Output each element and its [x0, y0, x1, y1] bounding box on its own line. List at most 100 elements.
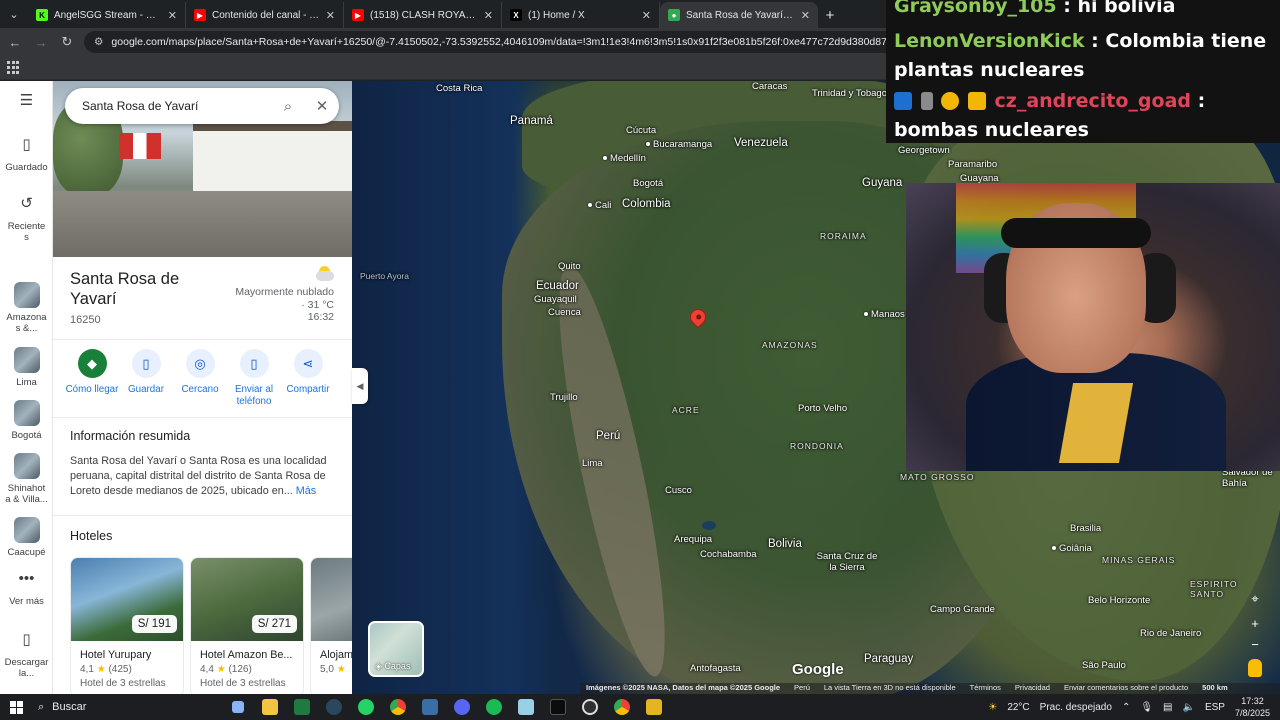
rail-item-more[interactable]: ••• Ver más [0, 571, 53, 607]
place-panel: Santa Rosa de Yavarí 16250 Mayormente nu… [53, 81, 352, 694]
close-tab-icon[interactable]: ✕ [801, 9, 810, 22]
chrome-icon[interactable] [606, 694, 638, 720]
back-icon[interactable]: ← [6, 33, 24, 51]
phone-icon: ▯ [239, 349, 269, 378]
map-label: Quito [558, 261, 581, 272]
location-pin-icon[interactable] [686, 305, 710, 331]
google-logo: Google [792, 661, 844, 678]
my-location-icon[interactable]: ⌖ [1244, 589, 1266, 609]
spotify-icon[interactable] [478, 694, 510, 720]
collapse-panel-button[interactable]: ◀ [352, 368, 368, 404]
chevron-up-icon[interactable]: ⌃ [1122, 702, 1130, 713]
terminal-icon[interactable] [542, 694, 574, 720]
map-label: Manaos [864, 309, 905, 320]
youtube-favicon-icon: ▶ [194, 9, 206, 21]
new-tab-button[interactable]: + [818, 2, 842, 28]
close-icon[interactable]: ✕ [305, 97, 339, 115]
hotels-carousel: S/ 191 Hotel Yurupary 4,1 ★ (425) Hotel … [70, 557, 352, 694]
weather-icon[interactable]: ☀ [988, 702, 997, 713]
excel-icon[interactable] [286, 694, 318, 720]
zoom-out-button[interactable]: − [1244, 634, 1266, 654]
maps-left-rail: ☰ ▯ Guardado ↺ Reciente s Amazona s &...… [0, 81, 53, 694]
language-indicator[interactable]: ESP [1205, 702, 1225, 713]
tab-title: Santa Rosa de Yavarí - Google Maps [686, 9, 795, 21]
map-label: Cúcuta [626, 125, 657, 136]
privacy-link[interactable]: Privacidad [1015, 683, 1050, 694]
network-icon[interactable]: ▤ [1163, 702, 1172, 713]
site-info-icon[interactable]: ⚙ [94, 36, 103, 48]
forward-icon[interactable]: → [32, 33, 50, 51]
rail-item-caacupe[interactable]: Caacupé [0, 517, 53, 558]
task-view-icon[interactable] [222, 694, 254, 720]
search-icon[interactable]: ⌕ [271, 98, 305, 115]
hotel-card[interactable]: Alojam... 5,0 ★ [310, 557, 352, 694]
discord-icon[interactable] [446, 694, 478, 720]
tab-3[interactable]: X (1) Home / X ✕ [502, 2, 660, 28]
scale-bar[interactable]: 500 km [1202, 683, 1227, 694]
app-icon[interactable] [414, 694, 446, 720]
map-label: Goiânia [1052, 543, 1092, 554]
steam-icon[interactable] [318, 694, 350, 720]
layers-button[interactable]: ◈ Capas [368, 621, 424, 677]
tab-0[interactable]: K AngelSGG Stream - Watch Live ✕ [28, 2, 186, 28]
rail-item-download[interactable]: ▯ Descargar la... [0, 632, 53, 679]
rail-item-saved[interactable]: ▯ Guardado [0, 137, 53, 173]
lake-titicaca [702, 521, 716, 530]
menu-button[interactable]: ☰ [0, 93, 53, 118]
search-input[interactable]: Santa Rosa de Yavarí [82, 99, 271, 113]
map-label: ACRE [672, 405, 700, 415]
hotel-rating: 4,4 ★ (126) [191, 661, 303, 675]
microphone-icon[interactable]: 🎙 [1140, 702, 1153, 713]
close-tab-icon[interactable]: ✕ [326, 9, 335, 22]
rail-item-amazonas[interactable]: Amazona s &... [0, 282, 53, 334]
file-explorer-icon[interactable] [254, 694, 286, 720]
app-icon[interactable] [638, 694, 670, 720]
tab-search-menu[interactable]: ⌄ [0, 0, 28, 28]
share-icon: ⋖ [293, 349, 323, 378]
action-label: Cómo llegar [65, 384, 119, 395]
share-button[interactable]: ⋖ Compartir [281, 349, 335, 408]
chrome-icon[interactable] [382, 694, 414, 720]
attribution-country[interactable]: Perú [794, 683, 810, 694]
rail-item-bogota[interactable]: Bogotá [0, 400, 53, 441]
rating-value: 4,4 [200, 664, 214, 675]
rail-item-shinahota[interactable]: Shinahot a & Villa... [0, 453, 53, 505]
map-label: Arequipa [674, 534, 713, 545]
pegman-icon[interactable] [1248, 659, 1262, 677]
volume-icon[interactable]: 🔈 [1182, 702, 1194, 713]
hotel-card[interactable]: S/ 191 Hotel Yurupary 4,1 ★ (425) Hotel … [70, 557, 184, 694]
tray-weather-temp[interactable]: 22°C [1007, 702, 1029, 713]
summary-more-link[interactable]: Más [296, 485, 316, 497]
hotel-photo [311, 558, 352, 641]
apps-grid-icon[interactable] [7, 61, 20, 74]
start-button[interactable] [0, 694, 32, 720]
whatsapp-icon[interactable] [350, 694, 382, 720]
close-tab-icon[interactable]: ✕ [168, 9, 177, 22]
close-tab-icon[interactable]: ✕ [484, 9, 493, 22]
tab-4-active[interactable]: ● Santa Rosa de Yavarí - Google Maps ✕ [660, 2, 818, 28]
feedback-link[interactable]: Enviar comentarios sobre el producto [1064, 683, 1188, 694]
tab-1[interactable]: ▶ Contenido del canal - YouTube ✕ [186, 2, 344, 28]
obs-icon[interactable] [574, 694, 606, 720]
zoom-in-button[interactable]: + [1244, 613, 1266, 633]
app-icon[interactable] [510, 694, 542, 720]
close-tab-icon[interactable]: ✕ [642, 9, 651, 22]
map-label: Perú [596, 430, 621, 442]
review-count: (425) [108, 664, 132, 675]
directions-button[interactable]: ◆ Cómo llegar [65, 349, 119, 408]
url-field[interactable]: ⚙ google.com/maps/place/Santa+Rosa+de+Ya… [84, 31, 924, 53]
maps-search-box[interactable]: Santa Rosa de Yavarí ⌕ ✕ [65, 88, 339, 124]
nearby-button[interactable]: ◎ Cercano [173, 349, 227, 408]
tray-weather-desc[interactable]: Prac. despejado [1040, 702, 1112, 713]
tab-2[interactable]: ▶ (1518) CLASH ROYALE - YouTube ✕ [344, 2, 502, 28]
send-to-phone-button[interactable]: ▯ Enviar al teléfono [227, 349, 281, 408]
terms-link[interactable]: Términos [970, 683, 1001, 694]
rail-item-lima[interactable]: Lima [0, 347, 53, 388]
clock[interactable]: 17:32 7/8/2025 [1235, 695, 1270, 719]
attribution-3d-note: La vista Tierra en 3D no está disponible [823, 683, 956, 692]
taskbar-search[interactable]: ⌕ Buscar [32, 694, 222, 720]
hotel-card[interactable]: S/ 271 Hotel Amazon Be... 4,4 ★ (126) Ho… [190, 557, 304, 694]
save-button[interactable]: ▯ Guardar [119, 349, 173, 408]
rail-item-recent[interactable]: ↺ Reciente s [0, 196, 53, 243]
reload-icon[interactable]: ↻ [58, 33, 76, 51]
